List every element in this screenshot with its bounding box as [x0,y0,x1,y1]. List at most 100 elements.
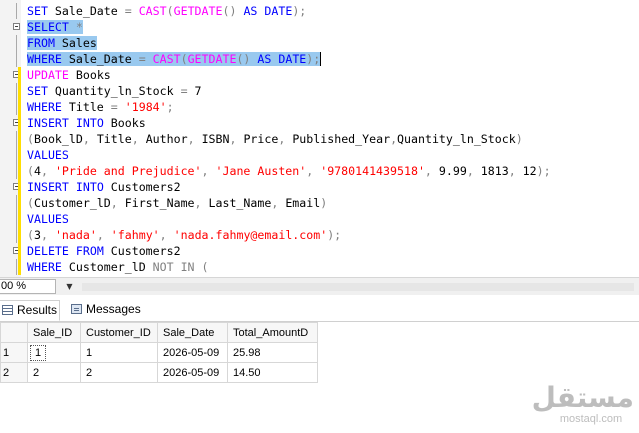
table-cell[interactable]: 2 [80,362,158,383]
table-cell[interactable]: 25.98 [227,342,318,363]
code-line[interactable]: VALUES [27,147,69,163]
column-header[interactable]: Sale_Date [157,322,228,343]
outline-guide [16,99,17,115]
grid-icon [2,305,13,315]
code-line[interactable]: SET Quantity_ln_Stock = 7 [27,83,202,99]
code-line[interactable]: (Customer_lD, First_Name, Last_Name, Ema… [27,195,327,211]
code-token: , [96,228,111,242]
code-token: Books [110,116,146,130]
code-token: ); [327,228,342,242]
code-token: , [40,228,55,242]
code-token: , [278,132,293,146]
code-token: Author [145,132,188,146]
code-line[interactable]: (3, 'nada', 'fahmy', 'nada.fahmy@email.c… [27,227,341,243]
table-cell[interactable]: 14.50 [227,362,318,383]
code-token: 3 [33,228,41,242]
code-token: VALUES [27,212,69,226]
code-token: ; [166,100,174,114]
code-line[interactable]: INSERT INTO Books [27,115,146,131]
table-cell[interactable]: 2026-05-09 [157,342,228,363]
code-line[interactable]: (4, 'Pride and Prejudice', 'Jane Austen'… [27,163,551,179]
column-header[interactable]: Customer_ID [80,322,158,343]
code-line[interactable]: WHERE Customer_lD NOT IN ( [27,259,209,275]
code-line[interactable]: SELECT * [27,19,83,35]
code-token: , [201,164,216,178]
tab-results[interactable]: Results [0,300,60,321]
unsaved-change-marker [18,147,21,163]
table-row[interactable]: 1 1 1 2026-05-09 25.98 [0,342,318,363]
code-token: = [180,84,195,98]
code-line[interactable]: VALUES [27,211,69,227]
code-token: Sale_Date [68,52,139,66]
code-token: SET [27,4,55,18]
code-token: , [194,196,209,210]
table-row[interactable]: 2 2 2 2026-05-09 14.50 [0,362,318,383]
outline-guide [16,131,17,147]
row-number[interactable]: 1 [0,342,28,363]
code-token: Book_lD [33,132,83,146]
code-line[interactable]: WHERE Title = '1984'; [27,99,174,115]
code-token: 4 [33,164,41,178]
horizontal-scrollbar[interactable] [82,283,634,291]
code-token: NOT [152,260,181,274]
code-token: Customer_lD [68,260,153,274]
code-token: CAST [138,4,167,18]
chevron-down-icon[interactable]: ▼ [62,279,77,294]
column-header[interactable]: Sale_ID [27,322,81,343]
unsaved-change-marker [18,83,21,99]
code-line[interactable]: DELETE FROM Customers2 [27,243,181,259]
code-token: Customer_lD [33,196,111,210]
table-cell[interactable]: 1 [80,342,158,363]
code-token: INSERT [27,116,76,130]
grid-header-row: Sale_ID Customer_ID Sale_Date Total_Amou… [0,322,318,343]
code-line[interactable]: UPDATE Books [27,67,111,83]
zoom-select[interactable]: 00 % [0,279,56,294]
code-token: Price [243,132,279,146]
code-token: GETDATE [173,4,223,18]
code-token: , [424,164,439,178]
code-token: First_Name [124,196,195,210]
code-line[interactable]: (Book_lD, Title, Author, ISBN, Price, Pu… [27,131,523,147]
code-token: , [306,164,321,178]
code-token: = [110,100,125,114]
code-token: , [508,164,523,178]
outline-guide [16,35,17,51]
watermark-arabic-text: مستقل [531,381,634,414]
code-token: INSERT [27,180,76,194]
row-number[interactable]: 2 [0,362,28,383]
messages-icon [71,304,82,314]
code-line[interactable]: SET Sale_Date = CAST(GETDATE() AS DATE); [27,3,306,19]
code-token: ); [306,52,321,66]
code-token: 9.99 [438,164,467,178]
collapse-icon[interactable] [13,23,20,30]
sql-editor[interactable]: SET Sale_Date = CAST(GETDATE() AS DATE);… [0,0,639,277]
code-line[interactable]: INSERT INTO Customers2 [27,179,181,195]
column-header[interactable]: Total_AmountD [227,322,318,343]
code-token: = [124,4,139,18]
outline-guide [16,83,17,99]
outline-guide [16,195,17,211]
code-token: VALUES [27,148,69,162]
code-line[interactable]: FROM Sales [27,35,97,51]
code-token: ( [201,260,209,274]
table-cell[interactable]: 2 [27,362,81,383]
unsaved-change-marker [18,115,21,131]
table-cell[interactable]: 1 [27,342,81,363]
row-number-header[interactable] [0,322,28,343]
watermark-url-text: mostaql.com [559,413,623,425]
code-token: , [40,164,55,178]
code-token: IN [180,260,202,274]
code-token: 1813 [480,164,509,178]
outline-guide [16,147,17,163]
code-token: '9780141439518' [320,164,425,178]
tab-messages[interactable]: Messages [66,300,142,321]
results-grid[interactable]: Sale_ID Customer_ID Sale_Date Total_Amou… [0,322,318,383]
tab-messages-label: Messages [86,302,141,316]
table-cell[interactable]: 2026-05-09 [157,362,228,383]
code-line[interactable]: WHERE Sale_Date = CAST(GETDATE() AS DATE… [27,51,322,67]
unsaved-change-marker [18,163,21,179]
code-token: 'nada' [54,228,97,242]
code-token: 'Pride and Prejudice' [54,164,202,178]
code-token: WHERE [27,100,69,114]
code-token: WHERE [27,52,69,66]
